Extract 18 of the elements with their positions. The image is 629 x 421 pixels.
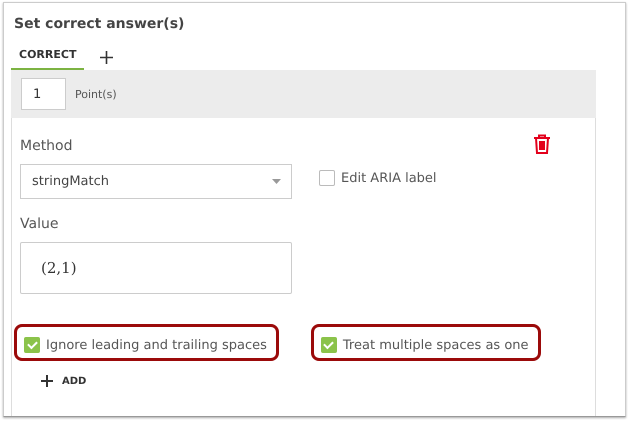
checkbox-label: Treat multiple spaces as one bbox=[342, 338, 529, 352]
add-button[interactable]: ADD bbox=[39, 373, 88, 389]
plus-icon bbox=[41, 375, 53, 387]
value-field[interactable]: (2,1) bbox=[20, 242, 292, 294]
points-label: Point(s) bbox=[75, 88, 117, 100]
method-label: Method bbox=[20, 138, 74, 154]
value-label: Value bbox=[20, 216, 60, 232]
caret-icon bbox=[272, 179, 281, 184]
checkbox[interactable] bbox=[24, 337, 40, 353]
checkbox[interactable] bbox=[319, 170, 335, 186]
checkbox-label: Edit ARIA label bbox=[341, 170, 437, 186]
section-title: Set correct answer(s) bbox=[14, 16, 186, 32]
plus-icon[interactable] bbox=[100, 50, 114, 64]
points-input[interactable]: 1 bbox=[21, 78, 66, 110]
checkbox[interactable] bbox=[320, 337, 337, 353]
checkbox-label: Ignore leading and trailing spaces bbox=[46, 338, 267, 352]
method-dropdown[interactable]: stringMatch bbox=[20, 164, 292, 199]
trash-icon[interactable] bbox=[533, 134, 551, 154]
